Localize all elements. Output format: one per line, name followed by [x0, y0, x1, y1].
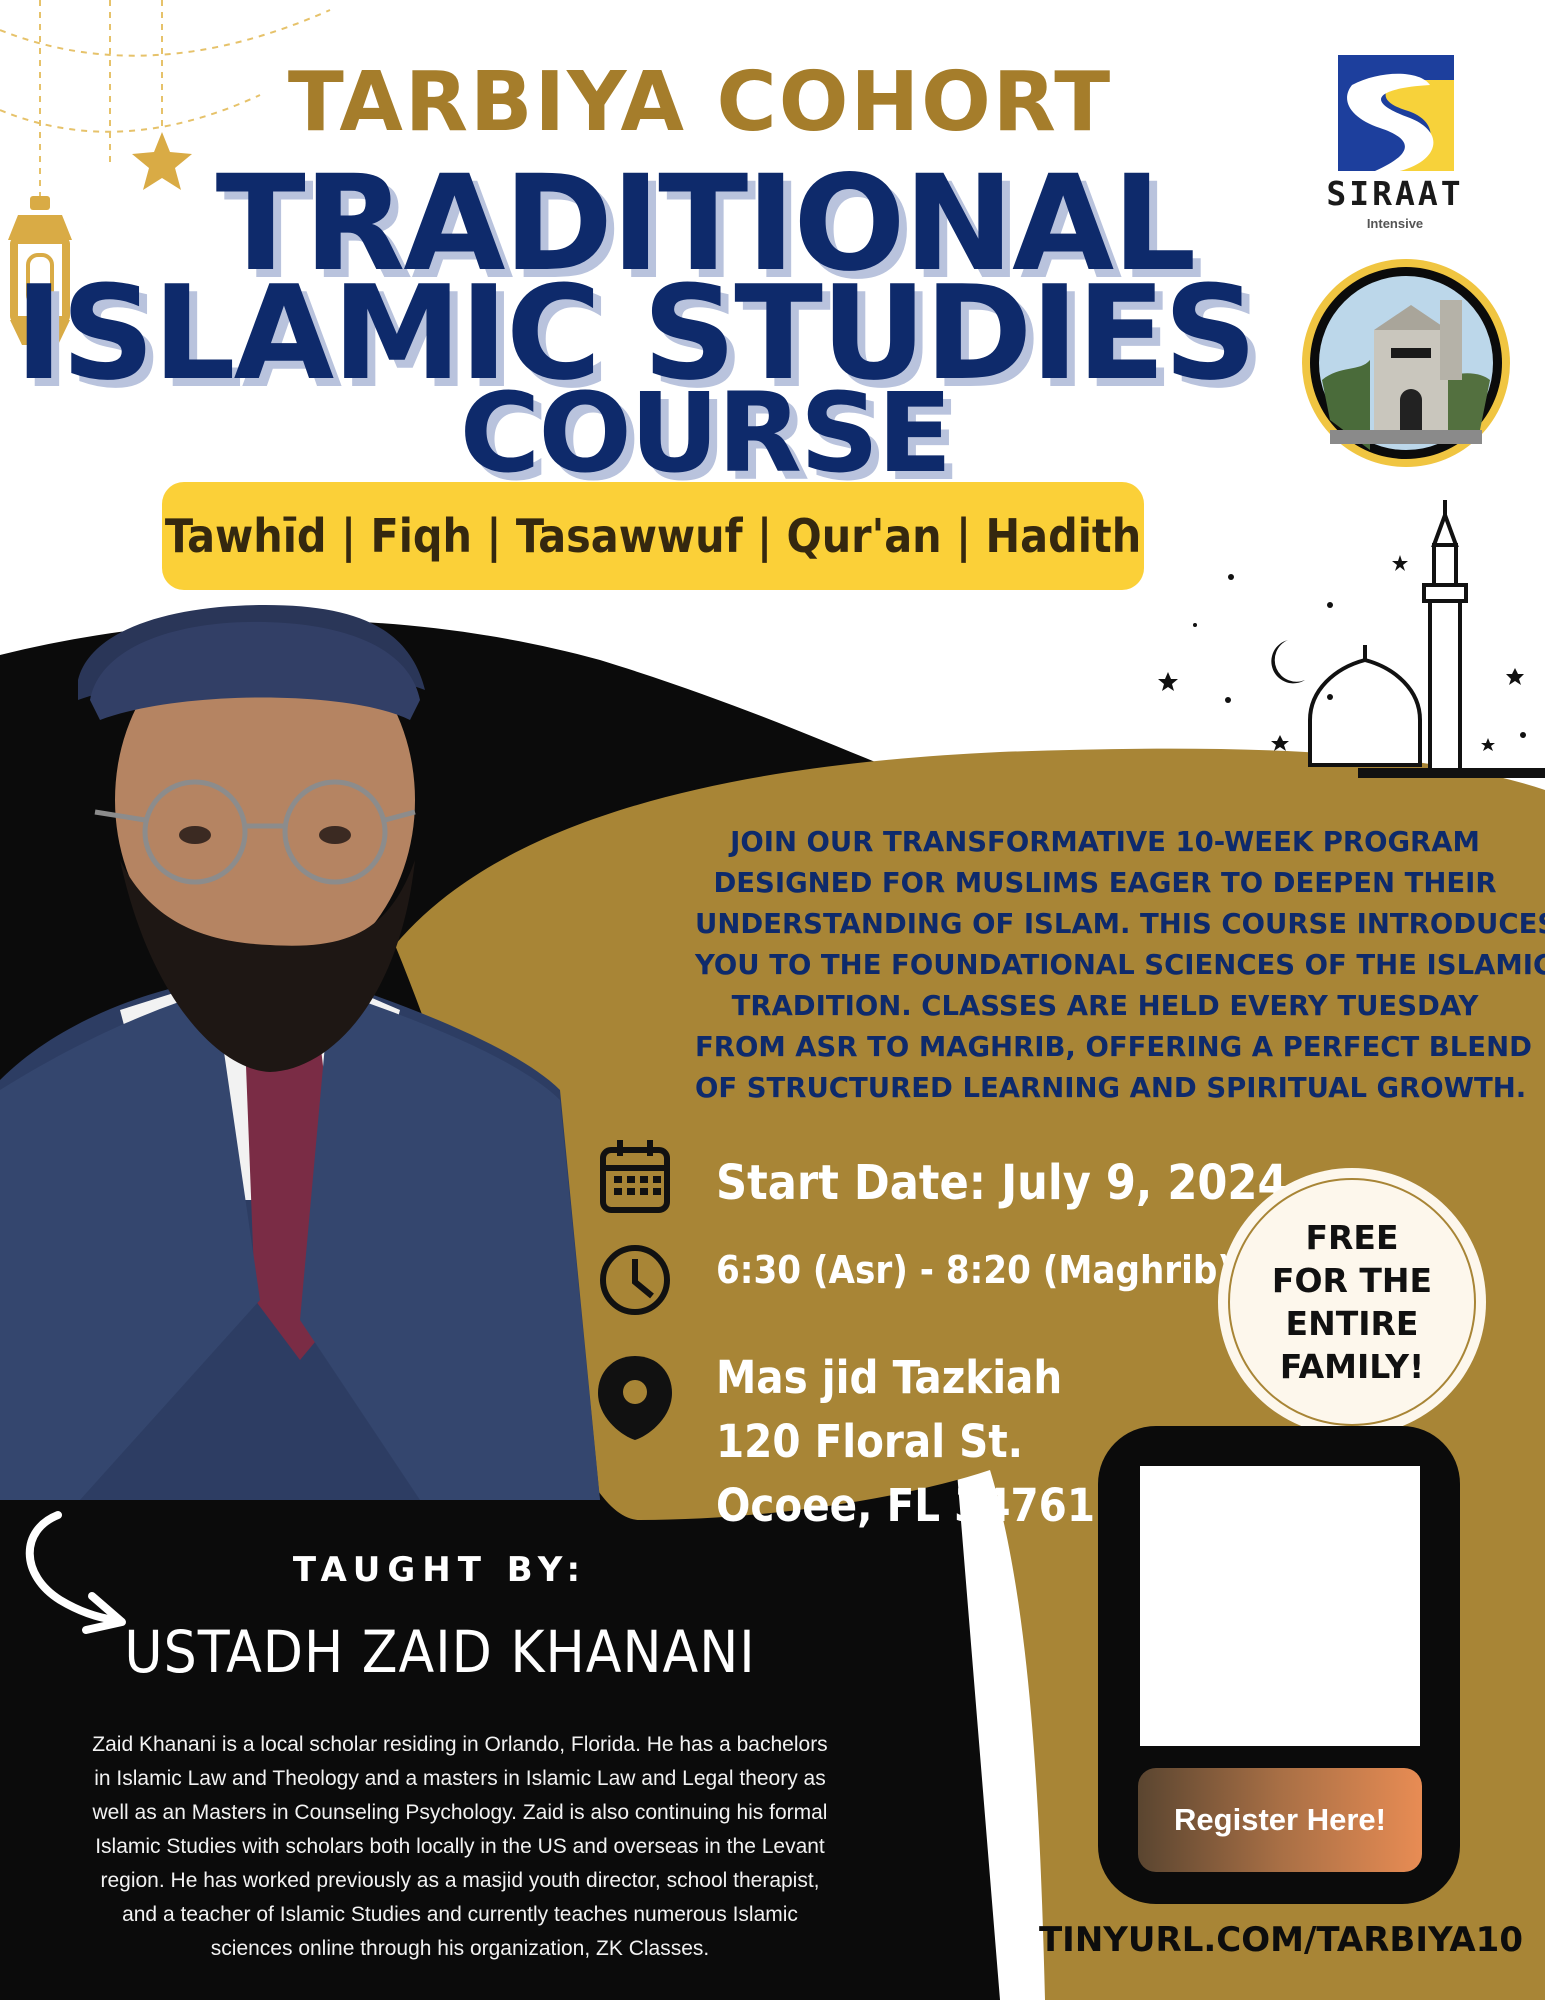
bio-line: and a teacher of Islamic Studies and cur…	[122, 1903, 798, 1926]
title-line-3: COURSE	[459, 369, 953, 497]
mosque-silhouette	[1308, 500, 1545, 778]
siraat-logo-name: SIRAAT	[1326, 174, 1464, 213]
qr-code-area[interactable]	[1140, 1466, 1420, 1746]
description-line: tradition. Classes are held every Tuesda…	[731, 990, 1479, 1022]
badge-ring	[1228, 1178, 1476, 1426]
bio-line: well as an Masters in Counseling Psychol…	[92, 1801, 828, 1824]
description-line: designed for Muslims eager to deepen the…	[713, 867, 1497, 899]
free-badge: FREE FOR THE ENTIRE FAMILY!	[1222, 1172, 1482, 1432]
siraat-logo-subtitle: Intensive	[1366, 216, 1424, 231]
bio-line: Zaid Khanani is a local scholar residing…	[92, 1733, 828, 1756]
location-address: Mas jid Tazkiah 120 Floral St. Ocoee, FL…	[716, 1346, 1095, 1538]
subjects-label: Tawhīd | Fiqh | Tasawwuf | Qur'an | Hadi…	[164, 509, 1142, 563]
small-crescent-icon	[1271, 640, 1305, 684]
instructor-bio: Zaid Khanani is a local scholar residing…	[20, 1728, 900, 1966]
bio-line: sciences online through his organization…	[210, 1937, 710, 1960]
description-line: you to the foundational sciences of the …	[695, 949, 1545, 981]
location-line: Mas jid Tazkiah	[716, 1351, 1063, 1404]
registration-url[interactable]: TINYURL.COM/TARBIYA10	[1036, 1920, 1526, 1960]
register-button[interactable]: Register Here!	[1138, 1768, 1422, 1872]
description-line: Join our transformative 10-week program	[730, 826, 1480, 858]
bio-line: region. He has worked previously as a ma…	[100, 1869, 820, 1892]
start-date: Start Date: July 9, 2024	[716, 1155, 1288, 1211]
program-description: Join our transformative 10-week program …	[695, 822, 1545, 1109]
instructor-name: USTADH ZAID KHANANI	[124, 1618, 756, 1686]
description-line: from Asr to Maghrib, offering a perfect …	[695, 1031, 1532, 1063]
course-kicker: TARBIYA COHORT	[287, 55, 1113, 150]
location-line: 120 Floral St.	[716, 1415, 1024, 1468]
description-line: understanding of Islam. This course intr…	[695, 908, 1545, 940]
flyer: TARBIYA COHORT TRADITIONAL ISLAMIC STUDI…	[0, 0, 1545, 2000]
location-line: Ocoee, FL 34761	[716, 1479, 1096, 1532]
description-line: of structured learning and spiritual gro…	[695, 1072, 1527, 1104]
class-time: 6:30 (Asr) - 8:20 (Maghrib)	[716, 1248, 1233, 1292]
bio-line: Islamic Studies with scholars both local…	[95, 1835, 825, 1858]
taught-by-label: TAUGHT BY:	[292, 1550, 588, 1590]
bio-line: in Islamic Law and Theology and a master…	[94, 1767, 826, 1790]
subjects-banner: Tawhīd | Fiqh | Tasawwuf | Qur'an | Hadi…	[162, 482, 1144, 590]
